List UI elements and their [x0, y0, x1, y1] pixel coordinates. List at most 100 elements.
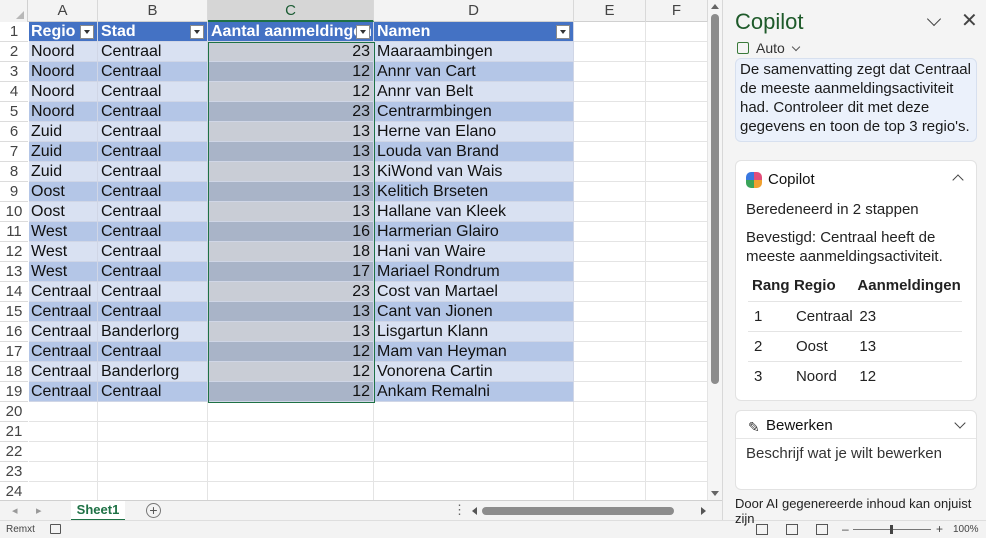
table-cell[interactable]: Annr van Belt — [374, 82, 574, 102]
empty-cell[interactable] — [374, 442, 574, 462]
empty-cell[interactable] — [574, 282, 646, 302]
table-cell[interactable]: Centraal — [29, 322, 98, 342]
empty-cell[interactable] — [574, 322, 646, 342]
empty-cell[interactable] — [29, 482, 98, 500]
tab-sheet1[interactable]: Sheet1 — [71, 501, 125, 521]
table-cell[interactable]: 17 — [208, 262, 374, 282]
empty-cell[interactable] — [646, 322, 708, 342]
mode-chevron-icon[interactable] — [791, 42, 801, 52]
table-cell[interactable]: 23 — [208, 102, 374, 122]
column-header-b[interactable]: B — [98, 0, 208, 22]
row-header[interactable]: 5 — [0, 102, 28, 122]
filter-dropdown-icon[interactable] — [356, 25, 370, 39]
scroll-up-icon[interactable] — [711, 4, 719, 9]
table-cell[interactable]: Mam van Heyman — [374, 342, 574, 362]
table-cell[interactable]: 18 — [208, 242, 374, 262]
empty-cell[interactable] — [374, 422, 574, 442]
empty-cell[interactable] — [374, 402, 574, 422]
table-cell[interactable]: 16 — [208, 222, 374, 242]
row-header[interactable]: 16 — [0, 322, 28, 342]
scroll-down-icon[interactable] — [711, 491, 719, 496]
table-cell[interactable]: 12 — [208, 82, 374, 102]
column-header-e[interactable]: E — [574, 0, 646, 22]
column-header-d[interactable]: D — [374, 0, 574, 22]
row-header[interactable]: 21 — [0, 422, 28, 442]
select-all-corner[interactable] — [0, 0, 28, 22]
horizontal-scroll-thumb[interactable] — [482, 507, 674, 515]
empty-cell[interactable] — [646, 402, 708, 422]
table-cell[interactable]: Centraal — [98, 42, 208, 62]
row-header[interactable]: 17 — [0, 342, 28, 362]
table-header-cell[interactable]: Regio — [29, 22, 98, 42]
table-cell[interactable]: Centraal — [98, 342, 208, 362]
empty-cell[interactable] — [574, 22, 646, 42]
table-cell[interactable]: 12 — [208, 382, 374, 402]
empty-cell[interactable] — [574, 102, 646, 122]
table-cell[interactable]: Centraal — [29, 282, 98, 302]
tab-next-icon[interactable]: ▸ — [36, 504, 42, 517]
empty-cell[interactable] — [574, 382, 646, 402]
table-cell[interactable]: Banderlorg — [98, 362, 208, 382]
filter-dropdown-icon[interactable] — [80, 25, 94, 39]
empty-cell[interactable] — [208, 402, 374, 422]
table-cell[interactable]: Mariael Rondrum — [374, 262, 574, 282]
empty-cell[interactable] — [646, 142, 708, 162]
empty-cell[interactable] — [29, 462, 98, 482]
empty-cell[interactable] — [646, 482, 708, 500]
edit-input[interactable]: Beschrijf wat je wilt bewerken — [746, 445, 942, 462]
empty-cell[interactable] — [574, 182, 646, 202]
row-header[interactable]: 15 — [0, 302, 28, 322]
scroll-right-icon[interactable] — [701, 507, 706, 515]
table-header-cell[interactable]: Stad — [98, 22, 208, 42]
empty-cell[interactable] — [574, 342, 646, 362]
table-cell[interactable]: Herne van Elano — [374, 122, 574, 142]
row-header[interactable]: 23 — [0, 462, 28, 482]
empty-cell[interactable] — [646, 122, 708, 142]
table-cell[interactable]: 13 — [208, 202, 374, 222]
table-cell[interactable]: 13 — [208, 302, 374, 322]
tab-overflow-icon[interactable]: ⋮ — [453, 502, 466, 518]
horizontal-scrollbar[interactable] — [470, 505, 708, 517]
table-cell[interactable]: West — [29, 222, 98, 242]
table-cell[interactable]: Centraal — [29, 362, 98, 382]
table-cell[interactable]: Centraal — [98, 262, 208, 282]
table-cell[interactable]: Centraal — [98, 162, 208, 182]
table-cell[interactable]: Banderlorg — [98, 322, 208, 342]
empty-cell[interactable] — [574, 262, 646, 282]
empty-cell[interactable] — [646, 222, 708, 242]
empty-cell[interactable] — [646, 302, 708, 322]
empty-cell[interactable] — [574, 362, 646, 382]
empty-cell[interactable] — [574, 242, 646, 262]
column-header-a[interactable]: A — [28, 0, 98, 22]
table-cell[interactable]: Zuid — [29, 142, 98, 162]
table-cell[interactable]: 13 — [208, 142, 374, 162]
table-cell[interactable]: Centraal — [98, 382, 208, 402]
table-cell[interactable]: 12 — [208, 62, 374, 82]
row-header[interactable]: 11 — [0, 222, 28, 242]
empty-cell[interactable] — [574, 302, 646, 322]
close-icon[interactable]: ✕ — [961, 8, 978, 33]
table-cell[interactable]: Noord — [29, 62, 98, 82]
table-cell[interactable]: Ankam Remalni — [374, 382, 574, 402]
table-cell[interactable]: Centraal — [98, 242, 208, 262]
cell-grid[interactable]: Regio Stad Aantal aanmeldingen Namen Noord Ce… — [29, 22, 708, 500]
empty-cell[interactable] — [574, 82, 646, 102]
table-cell[interactable]: 12 — [208, 362, 374, 382]
table-cell[interactable]: 13 — [208, 162, 374, 182]
empty-cell[interactable] — [646, 22, 708, 42]
table-cell[interactable]: Harmerian Glairo — [374, 222, 574, 242]
empty-cell[interactable] — [98, 402, 208, 422]
table-cell[interactable]: Centraal — [98, 142, 208, 162]
row-header[interactable]: 19 — [0, 382, 28, 402]
empty-cell[interactable] — [574, 42, 646, 62]
table-cell[interactable]: Noord — [29, 102, 98, 122]
table-cell[interactable]: Centraal — [98, 182, 208, 202]
mode-selector[interactable]: Auto — [756, 40, 785, 56]
table-cell[interactable]: Kelitich Brseten — [374, 182, 574, 202]
table-cell[interactable]: Centraal — [98, 222, 208, 242]
table-cell[interactable]: 12 — [208, 342, 374, 362]
row-header[interactable]: 9 — [0, 182, 28, 202]
empty-cell[interactable] — [646, 82, 708, 102]
empty-cell[interactable] — [98, 422, 208, 442]
empty-cell[interactable] — [646, 422, 708, 442]
